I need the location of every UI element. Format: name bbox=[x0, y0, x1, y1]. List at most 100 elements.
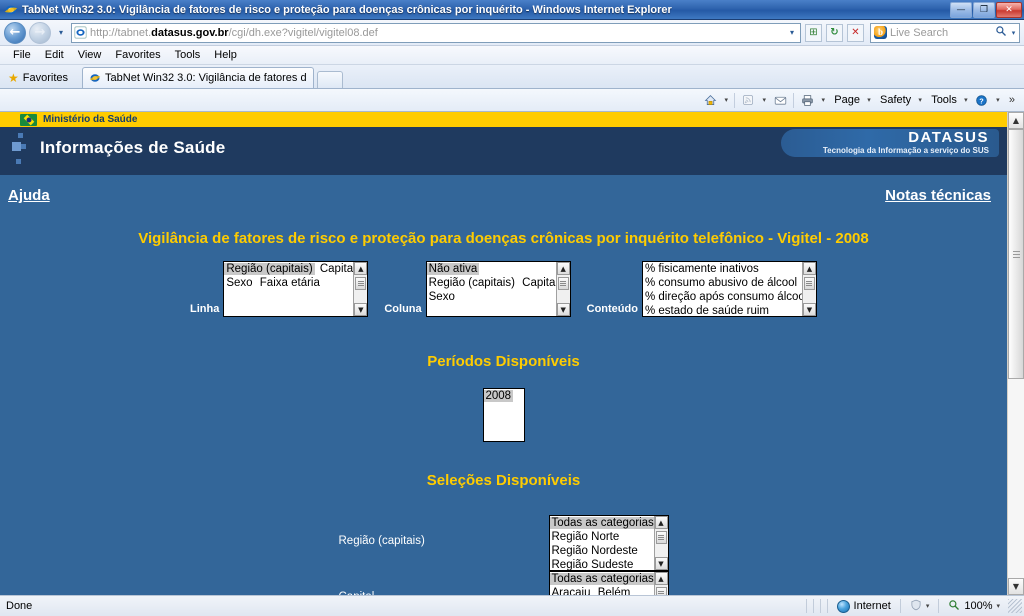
technical-notes-link[interactable]: Notas técnicas bbox=[885, 187, 991, 204]
search-dropdown-caret-icon[interactable]: ▾ bbox=[1009, 29, 1018, 37]
linha-group: Linha Região (capitais) Capital Sexo Fai… bbox=[190, 261, 369, 317]
listbox-option[interactable]: Região Nordeste bbox=[550, 545, 640, 557]
scrollbar-thumb[interactable] bbox=[803, 277, 815, 290]
scrollbar-thumb[interactable] bbox=[1008, 129, 1024, 379]
listbox-option[interactable]: Belém bbox=[596, 587, 633, 595]
scrollbar-thumb[interactable] bbox=[557, 277, 569, 290]
scroll-down-arrow-icon[interactable]: ▼ bbox=[354, 303, 368, 316]
print-caret-icon[interactable]: ▾ bbox=[818, 96, 828, 104]
listbox-scrollbar[interactable]: ▲ ▼ bbox=[353, 262, 368, 316]
listbox-scrollbar[interactable]: ▲ ▼ bbox=[653, 572, 668, 595]
search-box[interactable]: b Live Search ▾ bbox=[870, 22, 1020, 43]
listbox-option[interactable]: Região (capitais) bbox=[427, 277, 517, 289]
scroll-up-arrow-icon[interactable]: ▲ bbox=[1008, 112, 1024, 129]
maximize-button[interactable]: ❐ bbox=[973, 1, 995, 18]
listbox-option[interactable]: Região Norte bbox=[550, 531, 622, 543]
tab-favicon-icon bbox=[89, 72, 101, 84]
scroll-up-arrow-icon[interactable]: ▲ bbox=[654, 516, 668, 529]
protected-mode-caret-icon[interactable]: ▾ bbox=[926, 602, 930, 610]
listbox-option[interactable]: Região (capitais) bbox=[224, 263, 315, 275]
page-scrollbar[interactable]: ▲ ▼ bbox=[1007, 112, 1024, 595]
periods-listbox[interactable]: 2008 bbox=[482, 388, 525, 442]
resize-gripper[interactable] bbox=[1008, 599, 1022, 613]
listbox-option[interactable]: Todas as categorias bbox=[549, 573, 656, 585]
new-tab-button[interactable] bbox=[317, 71, 344, 88]
scroll-up-arrow-icon[interactable]: ▲ bbox=[556, 262, 570, 275]
scrollbar-thumb[interactable] bbox=[655, 587, 667, 595]
listbox-option[interactable]: Não ativa bbox=[426, 263, 480, 275]
tools-menu-button[interactable]: Tools bbox=[926, 91, 960, 110]
zoom-control[interactable]: 100% ▾ bbox=[942, 599, 1006, 614]
scroll-up-arrow-icon[interactable]: ▲ bbox=[354, 262, 368, 275]
listbox-option[interactable]: Região Sudeste bbox=[550, 559, 636, 570]
page-menu-button[interactable]: Page bbox=[829, 91, 863, 110]
stop-button[interactable]: ✕ bbox=[847, 23, 864, 42]
listbox-option[interactable]: Aracaju bbox=[550, 587, 593, 595]
favorites-button[interactable]: ★ Favorites bbox=[4, 68, 76, 88]
compatibility-view-button[interactable]: ⊞ bbox=[805, 23, 822, 42]
conteudo-listbox[interactable]: % fisicamente inativos % consumo abusivo… bbox=[641, 261, 817, 317]
coluna-listbox[interactable]: Não ativa Região (capitais) Capital Sexo… bbox=[425, 261, 571, 317]
menu-edit[interactable]: Edit bbox=[38, 49, 71, 61]
menu-view[interactable]: View bbox=[71, 49, 109, 61]
menu-help[interactable]: Help bbox=[207, 49, 244, 61]
menu-tools[interactable]: Tools bbox=[168, 49, 208, 61]
menu-favorites[interactable]: Favorites bbox=[108, 49, 167, 61]
scrollbar-thumb[interactable] bbox=[355, 277, 367, 290]
safety-menu-button[interactable]: Safety bbox=[875, 91, 914, 110]
overflow-chevron-icon[interactable]: » bbox=[1004, 94, 1020, 106]
home-caret-icon[interactable]: ▾ bbox=[721, 96, 731, 104]
scroll-down-arrow-icon[interactable]: ▼ bbox=[1008, 578, 1024, 595]
scroll-down-arrow-icon[interactable]: ▼ bbox=[556, 303, 570, 316]
tools-menu-caret-icon[interactable]: ▾ bbox=[961, 96, 971, 104]
scroll-up-arrow-icon[interactable]: ▲ bbox=[802, 262, 816, 275]
linha-listbox[interactable]: Região (capitais) Capital Sexo Faixa etá… bbox=[223, 261, 369, 317]
listbox-option[interactable]: % estado de saúde ruim bbox=[643, 305, 771, 316]
security-zone[interactable]: Internet bbox=[831, 599, 897, 613]
listbox-option[interactable]: Todas as categorias bbox=[549, 517, 656, 529]
capital-listbox[interactable]: Todas as categorias Aracaju Belém Belo H… bbox=[548, 571, 669, 595]
search-icon[interactable] bbox=[993, 25, 1009, 40]
safety-menu-caret-icon[interactable]: ▾ bbox=[915, 96, 925, 104]
listbox-option[interactable]: Sexo bbox=[427, 291, 457, 303]
recent-pages-caret-icon[interactable]: ▾ bbox=[54, 22, 68, 44]
listbox-option[interactable]: % consumo abusivo de álcool bbox=[643, 277, 799, 289]
feeds-icon[interactable] bbox=[738, 91, 758, 110]
search-input[interactable]: Live Search bbox=[890, 27, 993, 39]
listbox-scrollbar[interactable]: ▲ ▼ bbox=[653, 516, 668, 570]
conteudo-group: Conteúdo % fisicamente inativos % consum… bbox=[587, 261, 817, 317]
listbox-option[interactable]: Capital bbox=[318, 263, 358, 275]
browser-tab[interactable]: TabNet Win32 3.0: Vigilância de fatores … bbox=[82, 67, 315, 88]
listbox-option[interactable]: Capital bbox=[520, 277, 560, 289]
help-caret-icon[interactable]: ▾ bbox=[993, 96, 1003, 104]
regiao-capitais-listbox[interactable]: Todas as categorias Região Norte Região … bbox=[548, 515, 669, 571]
scroll-up-arrow-icon[interactable]: ▲ bbox=[654, 572, 668, 585]
listbox-option[interactable]: Faixa etária bbox=[258, 277, 322, 289]
close-button[interactable]: ✕ bbox=[996, 1, 1022, 18]
protected-mode[interactable]: ▾ bbox=[904, 599, 936, 614]
home-icon[interactable] bbox=[700, 91, 720, 110]
back-button[interactable]: ← bbox=[4, 21, 26, 44]
scrollbar-thumb[interactable] bbox=[655, 531, 667, 544]
refresh-button[interactable]: ↻ bbox=[826, 23, 843, 42]
scroll-down-arrow-icon[interactable]: ▼ bbox=[802, 303, 816, 316]
listbox-option[interactable]: % direção após consumo álcool bbox=[643, 291, 809, 303]
forward-button[interactable]: → bbox=[29, 21, 51, 44]
help-icon[interactable]: ? bbox=[972, 91, 992, 110]
zoom-caret-icon[interactable]: ▾ bbox=[996, 602, 1000, 610]
listbox-option[interactable]: 2008 bbox=[483, 390, 514, 402]
listbox-scrollbar[interactable]: ▲ ▼ bbox=[801, 262, 816, 316]
address-input[interactable]: http://tabnet.datasus.gov.br/cgi/dh.exe?… bbox=[71, 22, 801, 44]
minimize-button[interactable]: — bbox=[950, 1, 972, 18]
help-link[interactable]: Ajuda bbox=[8, 187, 50, 204]
print-icon[interactable] bbox=[797, 91, 817, 110]
scroll-down-arrow-icon[interactable]: ▼ bbox=[654, 557, 668, 570]
page-menu-caret-icon[interactable]: ▾ bbox=[864, 96, 874, 104]
listbox-option[interactable]: Sexo bbox=[224, 277, 254, 289]
address-dropdown-caret-icon[interactable]: ▾ bbox=[785, 22, 799, 44]
menu-file[interactable]: File bbox=[6, 49, 38, 61]
mail-icon[interactable] bbox=[770, 91, 790, 110]
scrollbar-track[interactable] bbox=[1008, 129, 1024, 578]
listbox-option[interactable]: % fisicamente inativos bbox=[643, 263, 761, 275]
listbox-scrollbar[interactable]: ▲ ▼ bbox=[555, 262, 570, 316]
